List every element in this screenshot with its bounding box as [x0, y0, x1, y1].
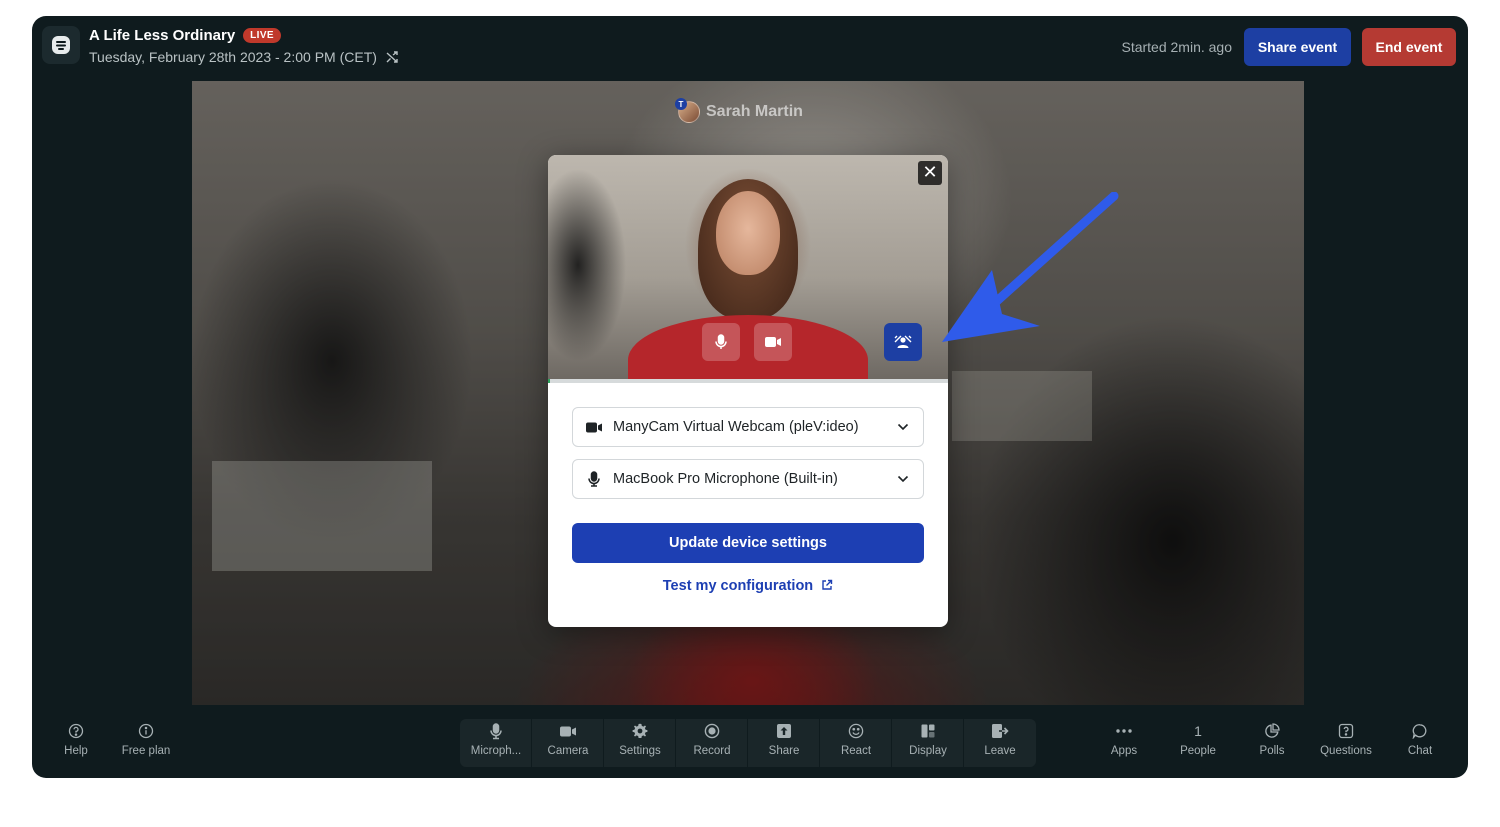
help-button[interactable]: Help	[41, 722, 111, 766]
microphone-label: Microph...	[470, 745, 522, 757]
free-plan-label: Free plan	[121, 745, 171, 757]
toolbar-share-button[interactable]: Share	[749, 722, 819, 766]
camera-icon	[560, 726, 576, 736]
annotation-arrow	[942, 192, 1119, 342]
share-event-button[interactable]: Share event	[1244, 28, 1351, 66]
smile-icon	[848, 723, 864, 739]
preview-shoulders	[628, 315, 868, 379]
camera-select[interactable]: ManyCam Virtual Webcam (pleV:ideo)	[572, 407, 924, 447]
apps-label: Apps	[1110, 745, 1138, 757]
mic-level-meter	[548, 379, 948, 383]
speaker-avatar: T	[675, 98, 700, 123]
preview-mic-button[interactable]	[702, 323, 740, 361]
react-label: React	[840, 745, 872, 757]
speaker-label: T Sarah Martin	[675, 98, 803, 123]
device-settings-modal: ✕ ManyCam Virtual Webcam (pleV:ideo) Mac…	[548, 155, 948, 627]
started-time: Started 2min. ago	[1121, 39, 1232, 55]
camera-preview: ✕	[548, 155, 948, 379]
toolbar-camera-button[interactable]: Camera	[533, 722, 603, 766]
questions-label: Questions	[1320, 745, 1372, 757]
record-label: Record	[693, 745, 731, 757]
live-badge: LIVE	[243, 28, 281, 43]
microphone-select[interactable]: MacBook Pro Microphone (Built-in)	[572, 459, 924, 499]
mic-level-fill	[548, 379, 550, 383]
update-device-settings-button[interactable]: Update device settings	[572, 523, 924, 563]
leave-label: Leave	[984, 745, 1016, 757]
record-icon	[704, 723, 720, 739]
event-title-row: A Life Less Ordinary LIVE	[89, 27, 281, 44]
event-studio: A Life Less Ordinary LIVE Tuesday, Febru…	[32, 16, 1468, 778]
layout-icon	[921, 724, 935, 738]
display-label: Display	[909, 745, 947, 757]
help-label: Help	[64, 745, 88, 757]
microphone-icon	[715, 334, 727, 349]
chevron-down-icon	[897, 475, 909, 483]
background-blur-icon	[894, 335, 912, 348]
microphone-icon	[490, 722, 502, 739]
preview-camera-button[interactable]	[754, 323, 792, 361]
app-logo[interactable]	[42, 26, 80, 64]
share-label: Share	[768, 745, 800, 757]
people-count: 1	[1194, 723, 1202, 739]
speaker-name: Sarah Martin	[706, 103, 803, 120]
camera-icon	[586, 422, 602, 432]
camera-select-value: ManyCam Virtual Webcam (pleV:ideo)	[613, 419, 859, 435]
event-date-row: Tuesday, February 28th 2023 - 2:00 PM (C…	[89, 49, 399, 65]
questions-button[interactable]: Questions	[1311, 722, 1381, 766]
toolbar-settings-button[interactable]: Settings	[605, 722, 675, 766]
event-date: Tuesday, February 28th 2023 - 2:00 PM (C…	[89, 49, 377, 65]
event-title: A Life Less Ordinary	[89, 27, 236, 44]
preview-face	[716, 191, 780, 275]
leave-icon	[992, 724, 1009, 738]
settings-label: Settings	[619, 745, 661, 757]
help-circle-icon	[68, 723, 84, 739]
toolbar-react-button[interactable]: React	[821, 722, 891, 766]
close-icon[interactable]: ✕	[918, 161, 942, 185]
polls-label: Polls	[1259, 745, 1285, 757]
chat-label: Chat	[1407, 745, 1433, 757]
logo-icon	[52, 36, 70, 54]
shuffle-icon[interactable]	[385, 50, 399, 64]
background-effects-button[interactable]	[884, 323, 922, 361]
people-button[interactable]: 1 People	[1163, 722, 1233, 766]
external-link-icon	[822, 579, 833, 590]
test-configuration-label: Test my configuration	[662, 578, 814, 594]
chat-bubble-icon	[1412, 724, 1427, 739]
polls-button[interactable]: Polls	[1237, 722, 1307, 766]
microphone-select-value: MacBook Pro Microphone (Built-in)	[613, 471, 838, 487]
chat-button[interactable]: Chat	[1385, 722, 1455, 766]
toolbar-display-button[interactable]: Display	[893, 722, 963, 766]
gear-icon	[632, 723, 648, 738]
free-plan-button[interactable]: Free plan	[111, 722, 181, 766]
info-circle-icon	[138, 723, 154, 739]
test-configuration-link[interactable]: Test my configuration	[548, 578, 948, 594]
toolbar-record-button[interactable]: Record	[677, 722, 747, 766]
camera-icon	[765, 337, 781, 347]
chevron-down-icon	[897, 423, 909, 431]
microphone-icon	[588, 471, 600, 487]
end-event-button[interactable]: End event	[1362, 28, 1456, 66]
people-label: People	[1180, 745, 1216, 757]
share-screen-icon	[777, 724, 791, 738]
apps-button[interactable]: Apps	[1089, 722, 1159, 766]
toolbar-leave-button[interactable]: Leave	[965, 722, 1035, 766]
camera-label: Camera	[547, 745, 589, 757]
dots-icon	[1116, 729, 1132, 733]
question-square-icon	[1338, 723, 1354, 739]
pie-chart-icon	[1265, 723, 1280, 738]
speaker-initial-badge: T	[675, 98, 687, 110]
toolbar-microphone-button[interactable]: Microph...	[461, 722, 531, 766]
